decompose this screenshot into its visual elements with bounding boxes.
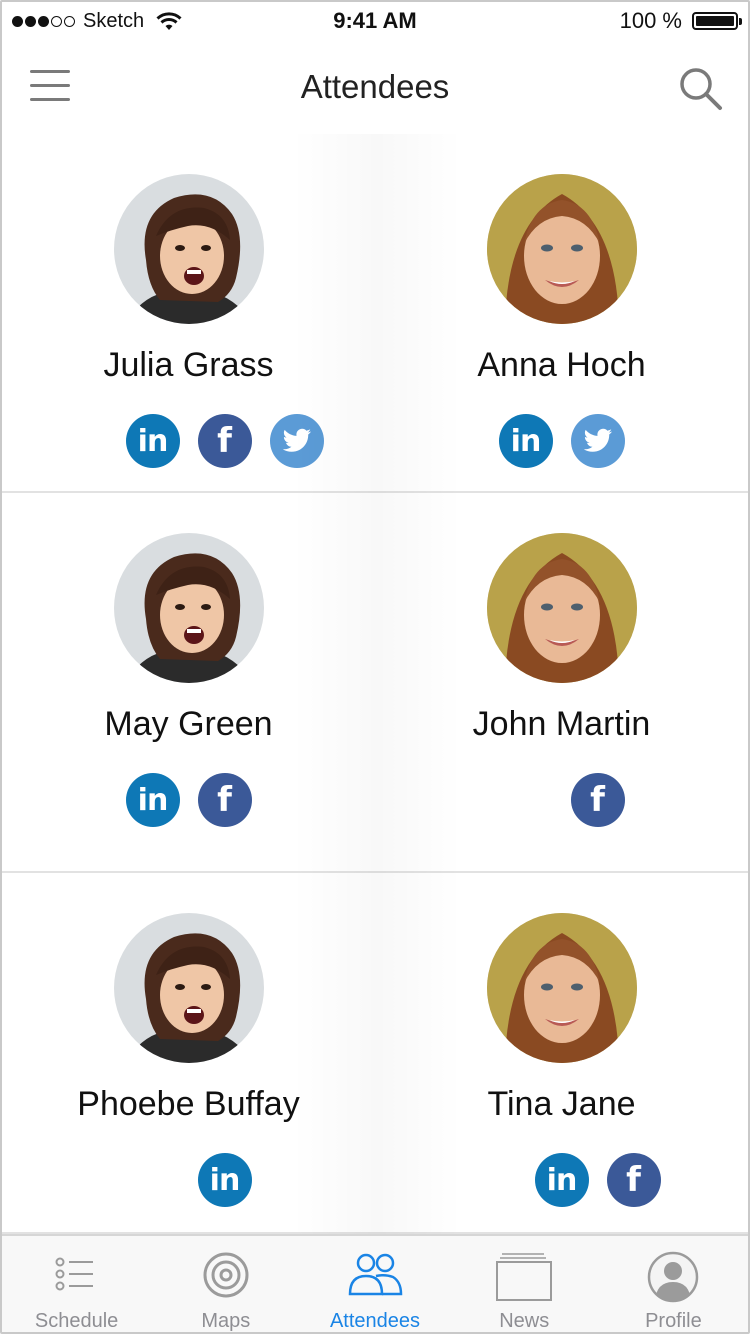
attendee-row: May Green in f John Martin g+ f (2, 493, 748, 873)
attendees-grid: Julia Grass g+ in f Anna Hoch in May Green in f J… (2, 134, 748, 1234)
google-plus-icon[interactable]: g+ (499, 773, 553, 827)
search-icon[interactable] (678, 66, 724, 112)
tab-schedule[interactable]: Schedule (2, 1236, 151, 1332)
social-links: g+ in f (2, 414, 375, 468)
tab-news[interactable]: News (450, 1236, 599, 1332)
google-plus-icon[interactable]: g+ (126, 1153, 180, 1207)
list-icon (47, 1250, 107, 1304)
status-bar: Sketch 9:41 AM 100 % (2, 2, 748, 42)
tab-bar: Schedule Maps Attendees News Profile (2, 1234, 748, 1332)
tab-maps[interactable]: Maps (151, 1236, 300, 1332)
status-right: 100 % (619, 8, 742, 34)
battery-icon (692, 12, 742, 30)
attendee-avatar[interactable] (114, 174, 264, 324)
people-icon (345, 1250, 405, 1304)
battery-percent: 100 % (619, 8, 682, 33)
facebook-icon[interactable]: f (197, 414, 252, 468)
target-icon (196, 1250, 256, 1304)
app-frame: Sketch 9:41 AM 100 % Attendees Julia Gra… (0, 0, 750, 1334)
attendee-name[interactable]: Julia Grass (2, 346, 375, 385)
tab-attendees[interactable]: Attendees (300, 1236, 449, 1332)
social-links: g+ in f (375, 1153, 748, 1207)
attendee-avatar[interactable] (114, 913, 264, 1063)
attendee-avatar[interactable] (487, 913, 637, 1063)
tab-profile[interactable]: Profile (599, 1236, 748, 1332)
attendee-row: Julia Grass g+ in f Anna Hoch in (2, 134, 748, 493)
twitter-icon[interactable] (570, 414, 625, 468)
attendee-avatar[interactable] (487, 174, 637, 324)
nav-bar: Attendees (2, 52, 748, 132)
attendee-card[interactable]: May Green in f (2, 493, 375, 873)
attendee-card[interactable]: Phoebe Buffay g+ in (2, 873, 375, 1234)
attendee-name[interactable]: Phoebe Buffay (2, 1085, 375, 1124)
tab-label: News (499, 1310, 550, 1332)
attendee-avatar[interactable] (114, 533, 264, 683)
attendee-name[interactable]: Anna Hoch (375, 346, 748, 385)
profile-avatar-icon (643, 1250, 703, 1304)
attendee-card[interactable]: Anna Hoch in (375, 134, 748, 493)
twitter-icon[interactable] (269, 414, 324, 468)
social-links: g+ f (375, 773, 748, 827)
linkedin-icon[interactable]: in (125, 414, 180, 468)
social-links: in (375, 414, 748, 468)
linkedin-icon[interactable]: in (197, 1153, 252, 1207)
attendee-name[interactable]: May Green (2, 705, 375, 744)
linkedin-icon[interactable]: in (125, 773, 180, 827)
linkedin-icon[interactable]: in (498, 414, 553, 468)
facebook-icon[interactable]: f (197, 773, 252, 827)
news-stack-icon (494, 1250, 554, 1304)
battery-fill (696, 16, 734, 26)
page-title: Attendees (300, 68, 450, 105)
social-links: in f (2, 773, 375, 827)
facebook-icon[interactable]: f (570, 773, 625, 827)
attendee-name[interactable]: John Martin (375, 705, 748, 744)
social-links: g+ in (2, 1153, 375, 1207)
tab-label: Maps (201, 1310, 251, 1332)
tab-label: Profile (645, 1310, 702, 1332)
attendee-avatar[interactable] (487, 533, 637, 683)
facebook-icon[interactable]: f (606, 1153, 661, 1207)
attendee-row: Phoebe Buffay g+ in Tina Jane g+ in f (2, 873, 748, 1234)
linkedin-icon[interactable]: in (534, 1153, 589, 1207)
attendee-card[interactable]: John Martin g+ f (375, 493, 748, 873)
attendee-card[interactable]: Tina Jane g+ in f (375, 873, 748, 1234)
google-plus-icon[interactable]: g+ (463, 1153, 517, 1207)
tab-label: Schedule (34, 1310, 119, 1332)
attendee-card[interactable]: Julia Grass g+ in f (2, 134, 375, 493)
attendee-name[interactable]: Tina Jane (375, 1085, 748, 1124)
google-plus-icon[interactable]: g+ (54, 414, 108, 468)
tab-label: Attendees (329, 1310, 421, 1332)
